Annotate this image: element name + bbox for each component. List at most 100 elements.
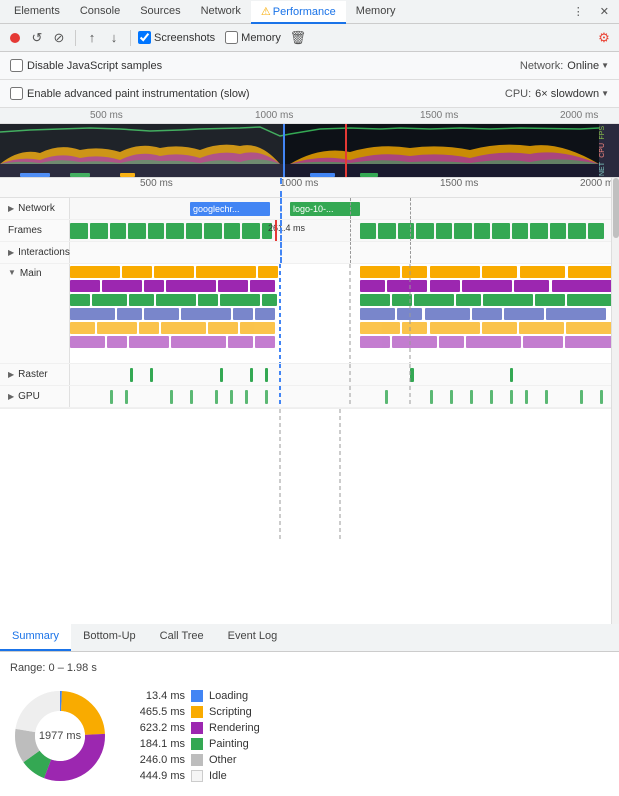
record-button[interactable]: [6, 29, 24, 47]
interactions-content[interactable]: [70, 242, 619, 263]
main-expand-icon[interactable]: ▼: [8, 268, 16, 277]
network-expand-icon[interactable]: ▶: [8, 204, 14, 213]
vertical-scrollbar[interactable]: [611, 178, 619, 624]
timeline-main: 500 ms 1000 ms 1500 ms 2000 ms ▶ Network…: [0, 178, 619, 624]
screenshots-checkbox[interactable]: Screenshots: [138, 31, 215, 44]
tab-memory[interactable]: Memory: [346, 1, 406, 23]
other-color: [191, 754, 203, 766]
frames-content[interactable]: 261.4 ms: [70, 220, 619, 241]
devtools-panel: Elements Console Sources Network ⚠Perfor…: [0, 0, 619, 796]
warning-icon: ⚠: [261, 6, 271, 18]
tracks-scroll[interactable]: ▶ Network googlechr... logo-10-... Frame…: [0, 198, 619, 624]
enable-paint-checkbox[interactable]: Enable advanced paint instrumentation (s…: [10, 87, 250, 100]
net-label: NET: [599, 162, 619, 176]
cursor-line: [345, 124, 347, 178]
tab-call-tree[interactable]: Call Tree: [148, 624, 216, 651]
network-arrow-icon: ▼: [601, 61, 609, 70]
network-tag-google: googlechr...: [190, 202, 270, 216]
legend-loading: 13.4 ms Loading: [130, 690, 260, 702]
separator2: [130, 30, 131, 46]
tab-bottom-up[interactable]: Bottom-Up: [71, 624, 148, 651]
main-label[interactable]: ▼ Main: [0, 264, 70, 363]
ruler-label-500: 500 ms: [90, 110, 123, 121]
legend-painting: 184.1 ms Painting: [130, 738, 260, 750]
summary-content: 1977 ms 13.4 ms Loading 465.5 ms Scripti…: [10, 686, 609, 786]
reload-button[interactable]: ↺: [28, 29, 46, 47]
int-grey2: [410, 242, 411, 263]
blue-cursor-main: [280, 178, 282, 197]
upload-button[interactable]: ↑: [83, 29, 101, 47]
frames-label: Frames: [0, 220, 70, 241]
main-ruler: 500 ms 1000 ms 1500 ms 2000 ms: [0, 178, 619, 198]
download-button[interactable]: ↓: [105, 29, 123, 47]
overflow-icon[interactable]: ⋮: [567, 5, 590, 18]
delete-button[interactable]: 🗑: [289, 29, 307, 47]
selection-region[interactable]: [0, 124, 285, 178]
cpu-arrow-icon: ▼: [601, 89, 609, 98]
scripting-color: [191, 706, 203, 718]
net-grey-line2: [410, 198, 411, 219]
options-bar: Disable JavaScript samples Network: Onli…: [0, 52, 619, 80]
frames-grey2: [410, 220, 411, 241]
legend-idle: 444.9 ms Idle: [130, 770, 260, 782]
tab-console[interactable]: Console: [70, 1, 130, 23]
gpu-content[interactable]: [70, 386, 619, 407]
settings-area: ⚙: [595, 29, 613, 47]
gpu-track: ▶ GPU: [0, 386, 619, 408]
network-dropdown[interactable]: Online ▼: [567, 60, 609, 72]
frames-track: Frames: [0, 220, 619, 242]
timeline-overview[interactable]: 500 ms 1000 ms 1500 ms 2000 ms: [0, 108, 619, 178]
interactions-expand-icon[interactable]: ▶: [8, 248, 14, 257]
raster-expand-icon[interactable]: ▶: [8, 370, 14, 379]
tabs-bar: Elements Console Sources Network ⚠Perfor…: [0, 0, 619, 24]
tab-network[interactable]: Network: [191, 1, 251, 23]
overview-chart[interactable]: FPS CPU NET: [0, 124, 619, 178]
interactions-label[interactable]: ▶ Interactions: [0, 242, 70, 263]
close-icon[interactable]: ✕: [594, 5, 615, 18]
tab-event-log[interactable]: Event Log: [216, 624, 290, 651]
interactions-track: ▶ Interactions: [0, 242, 619, 264]
legend: 13.4 ms Loading 465.5 ms Scripting 623.2…: [130, 690, 260, 782]
cpu-option: CPU: 6× slowdown ▼: [505, 88, 609, 100]
int-blue: [280, 242, 282, 263]
gpu-expand-icon[interactable]: ▶: [8, 392, 14, 401]
network-content[interactable]: googlechr... logo-10-...: [70, 198, 619, 219]
ruler-500ms: 500 ms: [140, 178, 173, 189]
options-bar2: Enable advanced paint instrumentation (s…: [0, 80, 619, 108]
donut-chart: 1977 ms: [10, 686, 110, 786]
tab-performance[interactable]: ⚠Performance: [251, 1, 346, 24]
idle-color: [191, 770, 203, 782]
main-content[interactable]: [70, 264, 619, 363]
rendering-color: [191, 722, 203, 734]
gpu-label[interactable]: ▶ GPU: [0, 386, 70, 407]
cpu-label: CPU: [599, 143, 619, 158]
int-grey1: [350, 242, 351, 263]
ruler-1000ms: 1000 ms: [280, 178, 318, 189]
raster-track: ▶ Raster: [0, 364, 619, 386]
net-blue-line: [280, 198, 282, 219]
frames-svg: [70, 220, 619, 241]
loading-color: [191, 690, 203, 702]
disable-js-checkbox[interactable]: Disable JavaScript samples: [10, 59, 162, 72]
clear-button[interactable]: ⊘: [50, 29, 68, 47]
cpu-dropdown[interactable]: 6× slowdown ▼: [535, 88, 609, 100]
main-track: ▼ Main: [0, 264, 619, 364]
legend-scripting: 465.5 ms Scripting: [130, 706, 260, 718]
raster-content[interactable]: [70, 364, 619, 385]
main-flame-svg: [70, 264, 619, 363]
tab-elements[interactable]: Elements: [4, 1, 70, 23]
scrollbar-thumb[interactable]: [613, 178, 619, 238]
settings-button[interactable]: ⚙: [595, 29, 613, 47]
ruler-label-2000: 2000 ms: [560, 110, 598, 121]
gpu-svg: [70, 386, 619, 407]
donut-center-label: 1977 ms: [39, 730, 81, 742]
network-label[interactable]: ▶ Network: [0, 198, 70, 219]
raster-label[interactable]: ▶ Raster: [0, 364, 70, 385]
tab-summary[interactable]: Summary: [0, 624, 71, 651]
tab-sources[interactable]: Sources: [130, 1, 190, 23]
summary-panel: Range: 0 – 1.98 s: [0, 652, 619, 796]
memory-checkbox[interactable]: Memory: [225, 31, 281, 44]
painting-color: [191, 738, 203, 750]
ruler-1500ms: 1500 ms: [440, 178, 478, 189]
ruler-label-1500: 1500 ms: [420, 110, 458, 121]
